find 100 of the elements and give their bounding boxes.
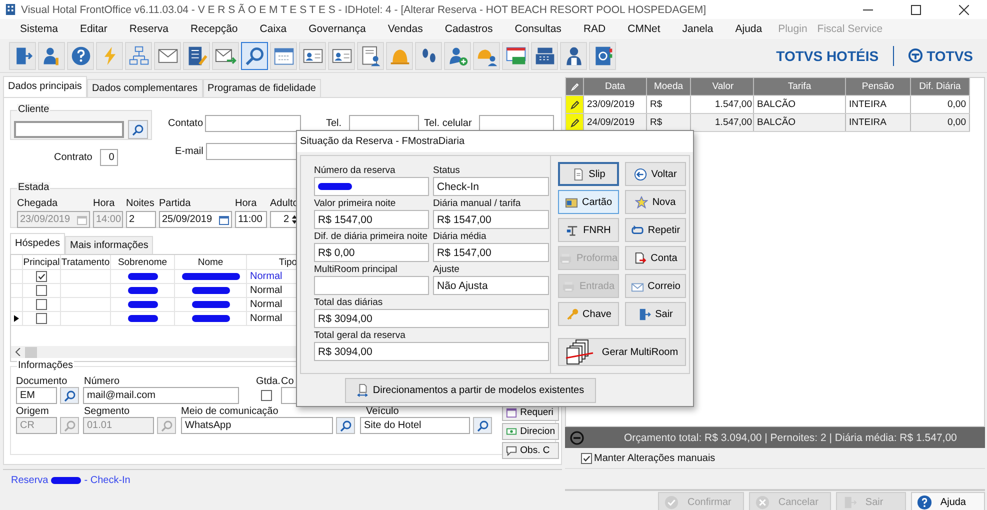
tab[interactable]: Dados complementares — [86, 79, 203, 97]
column-header[interactable]: Moeda — [647, 78, 691, 95]
menu-item[interactable]: Reserva — [118, 23, 180, 35]
redaction-mark — [128, 301, 158, 308]
document-type-field[interactable]: EM — [16, 387, 57, 404]
vehicle-field[interactable]: Site do Hotel — [360, 417, 470, 434]
menu-item[interactable]: Cadastros — [434, 23, 504, 35]
status-text[interactable]: - Check-In — [84, 474, 130, 486]
contact-field[interactable] — [205, 115, 301, 132]
redaction-mark — [192, 315, 230, 322]
text-field[interactable]: 11:00 — [235, 211, 267, 228]
menu-item[interactable]: Ajuda — [724, 23, 774, 35]
app-icon — [5, 3, 16, 16]
column-header[interactable]: Tarifa — [754, 78, 846, 95]
dialog-button[interactable]: Gerar MultiRoom — [558, 338, 686, 366]
checkbox[interactable] — [581, 452, 592, 464]
field-label: Origem — [16, 406, 50, 416]
column-header[interactable]: Tratamento — [61, 255, 111, 269]
dialog-button[interactable]: Chave — [558, 302, 619, 326]
dialog-button[interactable]: Voltar — [625, 162, 686, 186]
text-field[interactable]: Check-In — [433, 177, 549, 196]
table-cell: 0,00 — [911, 96, 970, 113]
scroll-left-icon[interactable] — [15, 348, 21, 356]
status-text[interactable]: Reserva — [11, 474, 48, 486]
close-icon[interactable] — [959, 4, 969, 14]
checkbox-label[interactable]: Manter Alterações manuais — [594, 452, 716, 464]
text-field[interactable]: Não Ajusta — [433, 276, 549, 295]
search-button[interactable] — [60, 387, 79, 404]
search-button[interactable] — [336, 417, 355, 434]
field-label: Número da reserva — [314, 164, 396, 177]
tab[interactable]: Programas de fidelidade — [202, 79, 321, 97]
dialog-button[interactable]: Repetir — [625, 218, 686, 242]
column-header[interactable]: Pensão — [846, 78, 911, 95]
menu-item[interactable]: Janela — [671, 23, 724, 35]
card-icon — [564, 196, 578, 208]
search-button[interactable] — [473, 417, 492, 434]
toolbar-button[interactable] — [241, 42, 268, 70]
footer-button[interactable]: Ajuda — [911, 492, 985, 510]
checkbox[interactable] — [36, 285, 47, 296]
side-button[interactable]: Direcion — [502, 423, 559, 440]
search-button[interactable] — [128, 120, 148, 139]
text-field[interactable]: 2 — [126, 211, 156, 228]
text-field[interactable]: R$ 3094,00 — [314, 342, 549, 361]
contract-field[interactable]: 0 — [100, 149, 118, 166]
text-field[interactable]: R$ 3094,00 — [314, 309, 549, 328]
text-field[interactable]: R$ 1547,00 — [433, 243, 549, 262]
text-field[interactable]: R$ 1547,00 — [314, 210, 429, 229]
dialog-button[interactable]: FNRH — [558, 218, 619, 242]
side-button[interactable]: Obs. C — [502, 442, 559, 459]
spin-arrows-icon[interactable] — [291, 213, 298, 226]
checkbox[interactable] — [36, 299, 47, 310]
menu-item[interactable]: RAD — [572, 23, 617, 35]
menu-item[interactable]: Governança — [298, 23, 377, 35]
table-cell: Normal — [250, 285, 282, 296]
column-header[interactable]: Principal — [23, 255, 61, 269]
client-field[interactable] — [14, 121, 124, 138]
menu-item[interactable]: Caixa — [248, 23, 298, 35]
document-number-field[interactable]: mail@mail.com — [83, 387, 239, 404]
menu-item[interactable]: Editar — [68, 23, 118, 35]
menu-item[interactable]: Sistema — [9, 23, 69, 35]
dialog-button[interactable]: Conta — [625, 246, 686, 270]
column-header[interactable]: Sobrenome — [111, 255, 175, 269]
dialog-button[interactable]: Nova — [625, 190, 686, 214]
column-header[interactable]: Data — [584, 78, 647, 95]
repeat-icon — [630, 224, 644, 236]
scroll-thumb[interactable] — [25, 346, 37, 358]
text-field[interactable] — [314, 177, 429, 196]
exit-door-icon — [638, 308, 652, 320]
column-header[interactable]: Nome — [175, 255, 247, 269]
dialog-button[interactable]: Cartão — [558, 190, 619, 214]
key-icon — [566, 308, 579, 320]
field-label: Chegada — [17, 198, 59, 210]
dialog-button[interactable]: Sair — [625, 302, 686, 326]
menu-item[interactable]: CMNet — [616, 23, 672, 35]
maximize-icon[interactable] — [911, 4, 921, 14]
date-field[interactable]: 25/09/2019 — [159, 211, 232, 228]
dialog-button[interactable]: Slip — [558, 162, 619, 186]
money-icon — [506, 426, 518, 437]
dialog-button[interactable]: Correio — [625, 274, 686, 298]
text-field[interactable] — [314, 276, 429, 295]
calendar-icon — [77, 214, 87, 224]
checkbox[interactable] — [36, 271, 47, 282]
summary-text: Orçamento total: R$ 3.094,00 | Pernoites: 2 | Diária média: R$ 1.547,00 — [624, 432, 957, 444]
text-field[interactable]: R$ 1547,00 — [433, 210, 549, 229]
tab[interactable]: Hóspedes — [10, 233, 66, 254]
tab[interactable]: Dados principais — [3, 76, 87, 97]
text-field[interactable]: R$ 0,00 — [314, 243, 429, 262]
menu-item[interactable]: Recepção — [179, 23, 249, 35]
field-label: Diária média — [433, 230, 488, 243]
channel-field[interactable]: WhatsApp — [181, 417, 333, 434]
dialog-button[interactable]: Direcionamentos a partir de modelos existentes — [344, 378, 596, 402]
tab[interactable]: Mais informações — [65, 236, 154, 254]
collapse-icon[interactable] — [570, 430, 584, 444]
column-header[interactable]: Dif. Diária — [911, 78, 970, 95]
checkbox[interactable] — [261, 390, 272, 401]
field-label: Hora — [235, 198, 258, 210]
column-header[interactable]: Valor — [691, 78, 754, 95]
checkbox[interactable] — [36, 313, 47, 324]
menu-item[interactable]: Consultas — [504, 23, 572, 35]
menu-item[interactable]: Vendas — [376, 23, 434, 35]
